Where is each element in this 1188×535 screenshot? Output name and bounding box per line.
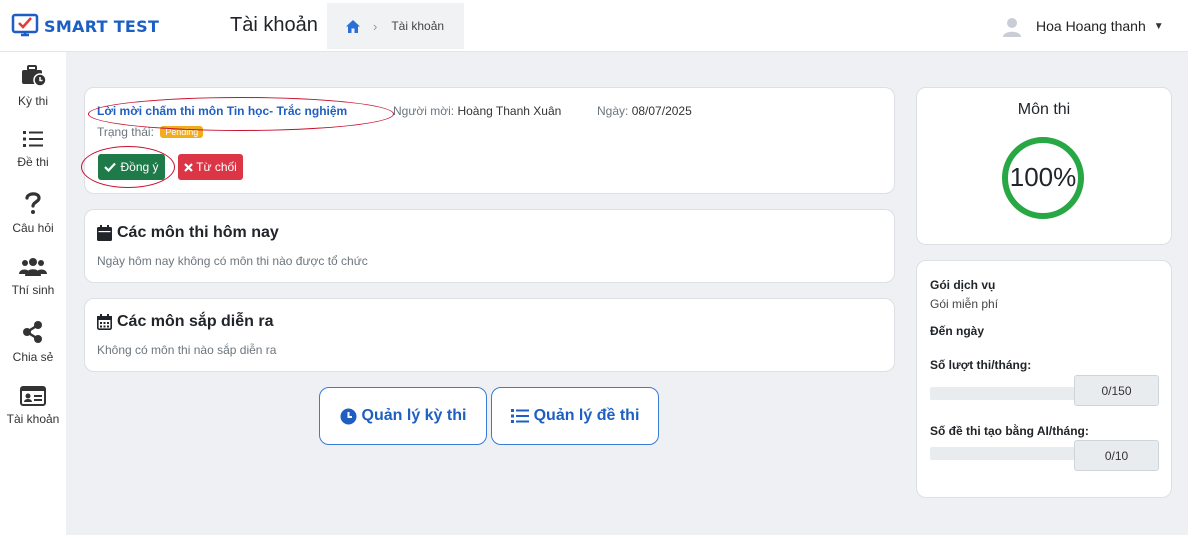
sidebar-item-account[interactable]: Tài khoản xyxy=(0,386,66,426)
list-icon xyxy=(510,409,529,423)
home-icon[interactable] xyxy=(346,19,360,33)
users-icon xyxy=(19,258,47,276)
ai-quota-bar xyxy=(930,447,1077,460)
manage-tests-label: Quản lý đề thi xyxy=(533,407,640,424)
ai-quota-value: 0/10 xyxy=(1074,440,1159,471)
today-title-text: Các môn thi hôm nay xyxy=(117,224,279,241)
upcoming-empty-text: Không có môn thi nào sắp diễn ra xyxy=(97,343,277,357)
upcoming-card xyxy=(84,298,895,372)
monthly-label: Số lượt thi/tháng: xyxy=(930,358,1032,372)
share-icon xyxy=(23,321,42,343)
package-label: Gói dịch vụ xyxy=(930,278,996,292)
sidebar-item-label: Câu hỏi xyxy=(12,221,54,235)
today-empty-text: Ngày hôm nay không có môn thi nào được t… xyxy=(97,254,368,268)
sidebar-item-label: Chia sẻ xyxy=(12,350,54,364)
sidebar-item-candidates[interactable]: Thí sinh xyxy=(0,257,66,297)
user-name: Hoa Hoang thanh xyxy=(1036,18,1146,34)
check-icon xyxy=(104,162,117,172)
date-value: 08/07/2025 xyxy=(631,104,692,118)
monitor-check-icon xyxy=(11,13,39,37)
package-value: Gói miễn phí xyxy=(930,297,999,311)
invitation-title[interactable]: Lời mời chấm thi môn Tin học- Trắc nghiệ… xyxy=(97,104,347,118)
ai-quota-label: Số đề thi tạo bằng AI/tháng: xyxy=(930,424,1089,438)
upcoming-title-text: Các môn sắp diễn ra xyxy=(117,313,274,330)
avatar-icon xyxy=(1003,18,1021,37)
today-card xyxy=(84,209,895,283)
sidebar-item-exams[interactable]: Kỳ thi xyxy=(0,64,66,108)
brand-logo[interactable]: SMART TEST xyxy=(11,11,159,41)
clock-icon xyxy=(340,408,357,424)
breadcrumb-current: Tài khoản xyxy=(391,19,445,33)
manage-exams-label: Quản lý kỳ thi xyxy=(361,407,467,424)
list-icon xyxy=(23,131,43,147)
sidebar-item-label: Kỳ thi xyxy=(17,94,48,108)
sidebar-item-questions[interactable]: Câu hỏi xyxy=(0,191,66,235)
invitation-date: Ngày: 08/07/2025 xyxy=(597,104,692,118)
sidebar-item-label: Thí sinh xyxy=(11,283,55,297)
user-menu[interactable]: Hoa Hoang thanh ▼ xyxy=(1001,15,1164,37)
calendar-icon xyxy=(97,225,112,241)
subjects-title: Môn thi xyxy=(1017,101,1071,118)
chevron-right-icon: › xyxy=(373,18,378,34)
inviter-label: Người mời: xyxy=(393,104,455,118)
accept-label: Đồng ý xyxy=(120,160,159,174)
reject-button[interactable]: Từ chối xyxy=(178,154,243,180)
until-label: Đến ngày xyxy=(930,324,985,338)
top-bar: SMART TEST Tài khoản › Tài khoản Hoa Hoa… xyxy=(0,0,1188,52)
status-label: Trạng thái: xyxy=(97,125,154,139)
caret-down-icon: ▼ xyxy=(1153,20,1164,32)
calendar-grid-icon xyxy=(97,314,112,330)
sidebar: Kỳ thi Đề thi Câu hỏi Thí sinh Chia sẻ T… xyxy=(0,52,66,535)
progress-percent: 100% xyxy=(1009,162,1077,192)
inviter-name: Hoàng Thanh Xuân xyxy=(457,104,562,118)
breadcrumb: › Tài khoản xyxy=(327,3,464,49)
sidebar-item-label: Tài khoản xyxy=(6,412,60,426)
today-title: Các môn thi hôm nay xyxy=(97,224,279,242)
date-label: Ngày: xyxy=(597,104,629,118)
id-card-icon xyxy=(20,386,46,406)
briefcase-clock-icon xyxy=(22,65,47,87)
status-badge: Pending xyxy=(160,126,204,138)
sidebar-item-label: Đề thi xyxy=(17,155,49,169)
invitation-status: Trạng thái: Pending xyxy=(97,125,204,139)
monthly-quota-bar xyxy=(930,387,1077,400)
invitation-inviter: Người mời: Hoàng Thanh Xuân xyxy=(393,104,561,118)
manage-tests-button[interactable]: Quản lý đề thi xyxy=(491,387,659,445)
upcoming-title: Các môn sắp diễn ra xyxy=(97,313,274,331)
sidebar-item-share[interactable]: Chia sẻ xyxy=(0,320,66,364)
brand-name: SMART TEST xyxy=(44,16,160,36)
close-icon xyxy=(184,162,193,172)
sidebar-item-tests[interactable]: Đề thi xyxy=(0,129,66,169)
manage-exams-button[interactable]: Quản lý kỳ thi xyxy=(319,387,487,445)
accept-button[interactable]: Đồng ý xyxy=(98,154,165,180)
monthly-quota-value: 0/150 xyxy=(1074,375,1159,406)
question-icon xyxy=(25,192,41,214)
reject-label: Từ chối xyxy=(196,160,237,174)
page-title: Tài khoản xyxy=(230,14,318,36)
